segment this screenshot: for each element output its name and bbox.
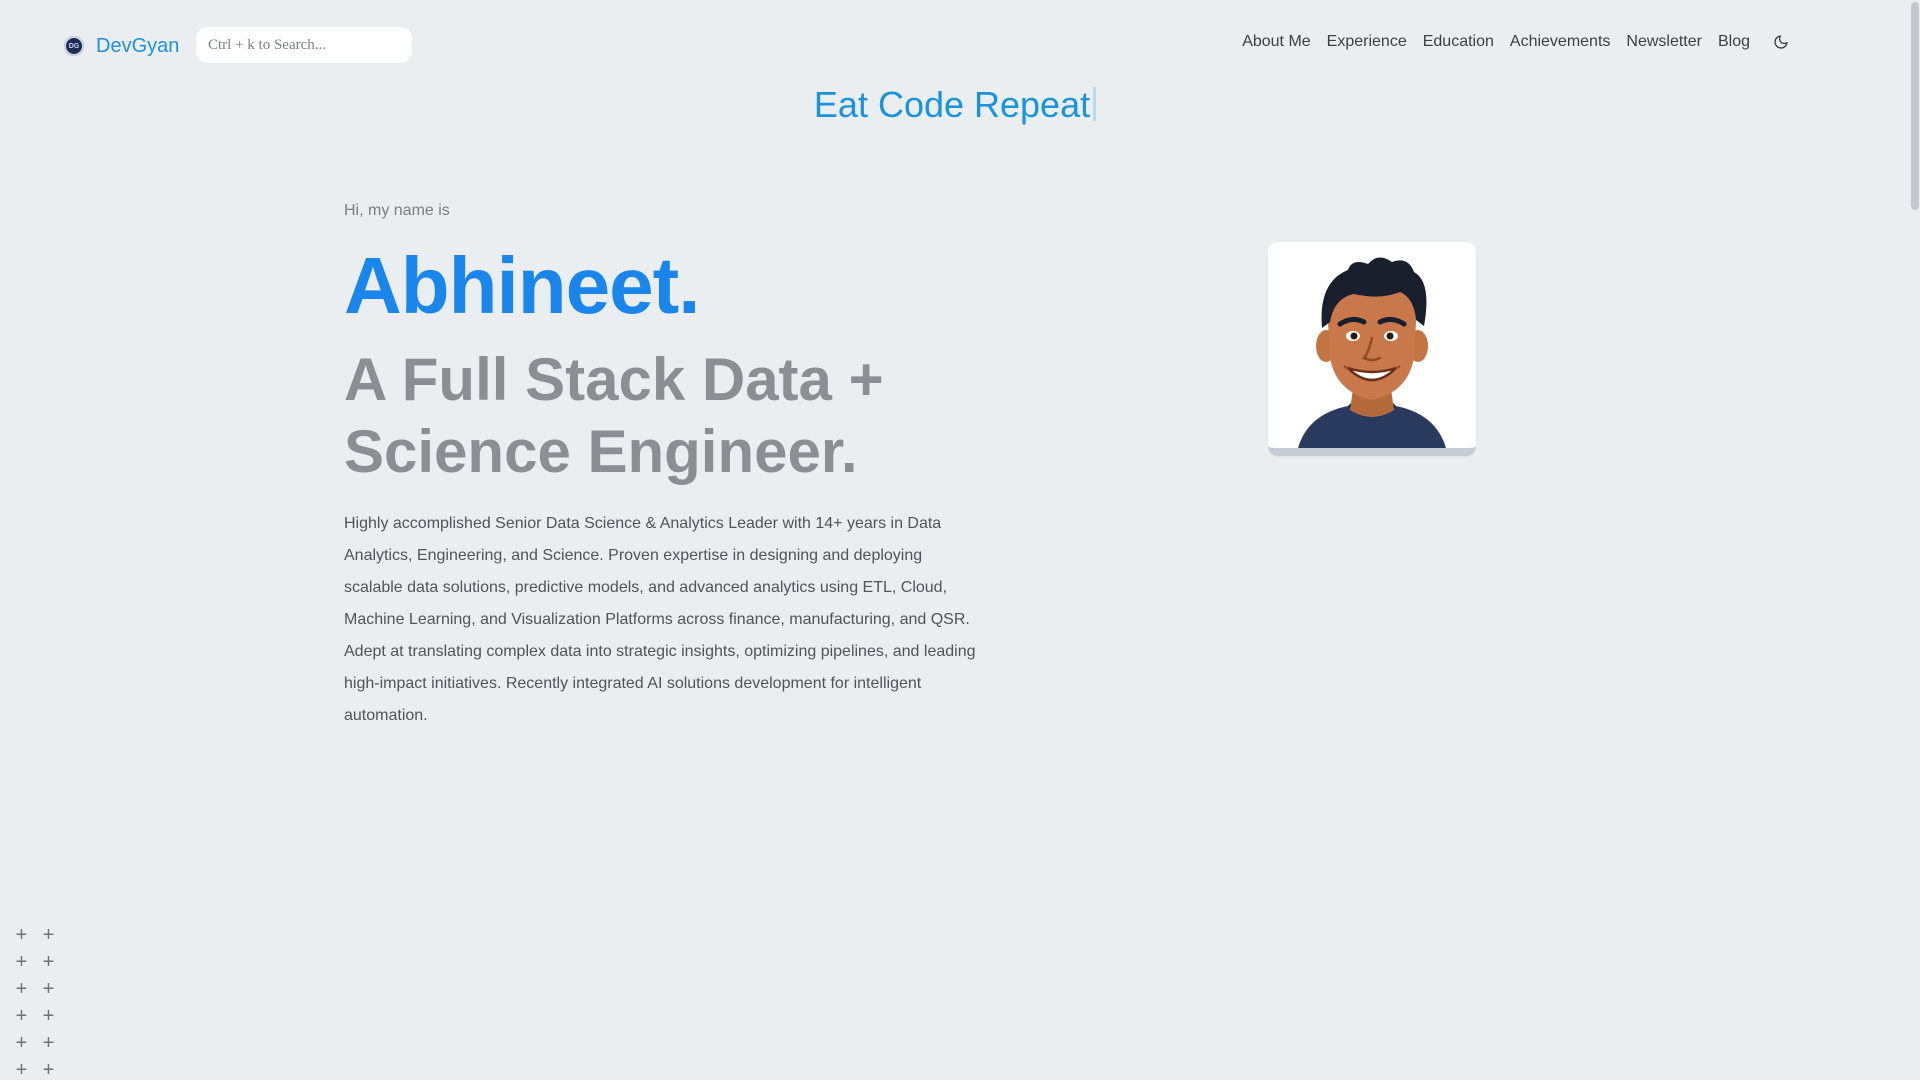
plus-icon: + (42, 978, 55, 1000)
scrollbar-thumb[interactable] (1911, 2, 1919, 210)
plus-icon: + (42, 1005, 55, 1027)
plus-icon: + (42, 1032, 55, 1054)
nav-item-blog[interactable]: Blog (1718, 33, 1750, 51)
plus-row: + + (8, 1030, 62, 1057)
moon-icon (1774, 35, 1788, 49)
typing-cursor (1093, 87, 1097, 121)
plus-row: + + (8, 1057, 62, 1080)
hero-name: Abhineet. (344, 241, 700, 330)
logo-text: DG (68, 42, 80, 50)
nav-item-about-me[interactable]: About Me (1242, 33, 1310, 51)
hero-bio: Highly accomplished Senior Data Science … (344, 515, 976, 724)
search-input[interactable] (196, 27, 412, 63)
nav-item-newsletter[interactable]: Newsletter (1626, 33, 1702, 51)
tagline-text: Eat Code Repeat (813, 84, 1091, 125)
nav-item-achievements[interactable]: Achievements (1510, 33, 1611, 51)
plus-row: + + (8, 949, 62, 976)
theme-toggle-button[interactable] (1772, 33, 1790, 51)
hero-greeting: Hi, my name is (344, 202, 450, 219)
nav-item-experience[interactable]: Experience (1327, 33, 1407, 51)
brand-home-link[interactable]: DG DevGyan (64, 30, 179, 62)
avatar-card (1268, 242, 1476, 456)
page-scrollbar[interactable] (1910, 0, 1920, 1080)
plus-row: + + (8, 976, 62, 1003)
profile-avatar-illustration (1268, 242, 1476, 448)
plus-icon: + (15, 1059, 28, 1080)
nav-item-education[interactable]: Education (1423, 33, 1494, 51)
plus-icon: + (42, 924, 55, 946)
decorative-plus-grid: + + + + + + + + + + + + (8, 922, 62, 1080)
plus-icon: + (15, 1032, 28, 1054)
plus-row: + + (8, 922, 62, 949)
plus-row: + + (8, 1003, 62, 1030)
brand-name: DevGyan (96, 34, 180, 57)
plus-icon: + (42, 1059, 55, 1080)
main-nav: About Me Experience Education Achievemen… (1226, 33, 1790, 51)
tagline: Eat Code Repeat (0, 84, 1910, 126)
top-navbar: DG DevGyan About Me Experience Education… (0, 0, 1910, 90)
hero-section: Hi, my name is Abhineet. A Full Stack Da… (344, 200, 1104, 732)
plus-icon: + (15, 924, 28, 946)
hero-role: A Full Stack Data + Science Engineer. (344, 346, 884, 485)
plus-icon: + (42, 951, 55, 973)
plus-icon: + (15, 951, 28, 973)
plus-icon: + (15, 978, 28, 1000)
plus-icon: + (15, 1005, 28, 1027)
devgyan-logo-icon: DG (64, 36, 84, 56)
